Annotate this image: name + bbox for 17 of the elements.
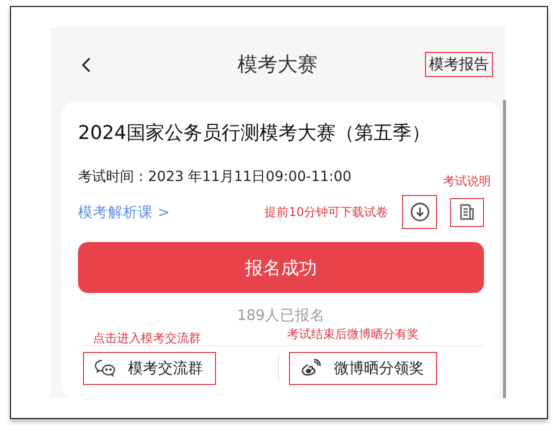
report-button[interactable]: 模考报告 <box>425 52 493 77</box>
weibo-share-button[interactable]: 微博晒分领奖 <box>289 352 437 384</box>
registered-count: 189人已报名 <box>236 307 326 325</box>
annotation-note: 点击进入模考交流群 <box>93 330 201 347</box>
page-title: 模考大赛 <box>238 51 318 78</box>
weibo-logo-icon <box>300 359 322 377</box>
download-icon <box>410 202 430 222</box>
chat-bubbles-icon <box>94 359 116 377</box>
contest-title: 2024国家公务员行测模考大赛（第五季） <box>78 121 432 146</box>
exam-time: 考试时间：2023 年11月11日09:00-11:00 <box>78 168 352 186</box>
download-button[interactable] <box>402 195 437 229</box>
group-chat-button[interactable]: 模考交流群 <box>83 352 216 384</box>
register-button[interactable]: 报名成功 <box>78 242 484 293</box>
instructions-note: 考试说明 <box>443 172 491 190</box>
annotation-note: 考试结束后微博晒分有奖 <box>287 326 419 343</box>
document-icon <box>458 203 476 221</box>
download-note: 提前10分钟可下载试卷 <box>264 204 388 220</box>
